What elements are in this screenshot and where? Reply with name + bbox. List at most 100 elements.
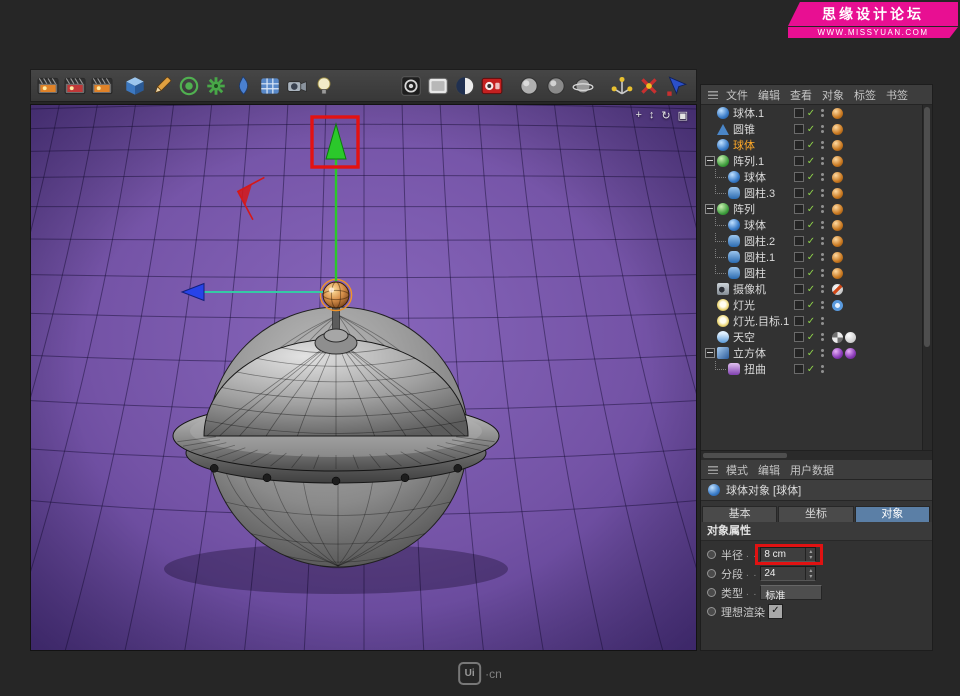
object-row[interactable]: 灯光.目标.1✓ — [701, 313, 932, 329]
menu-grid-icon[interactable] — [708, 466, 718, 474]
visibility-dots[interactable] — [818, 125, 826, 133]
wireframe-shading-icon[interactable] — [569, 72, 596, 99]
object-row[interactable]: 圆柱.2✓ — [701, 233, 932, 249]
menu-grid-icon[interactable] — [708, 91, 718, 99]
maximize-view-control[interactable]: ▣ — [678, 109, 688, 122]
enable-check-icon[interactable]: ✓ — [804, 108, 818, 119]
visibility-dots[interactable] — [818, 333, 826, 341]
media-clip-icon[interactable] — [88, 72, 115, 99]
attr-menu-item-0[interactable]: 模式 — [721, 462, 753, 478]
object-row[interactable]: 摄像机✓ — [701, 281, 932, 297]
material-tag-icon[interactable] — [832, 156, 843, 167]
gouraud-shading-icon[interactable] — [515, 72, 542, 99]
om-menu-item-1[interactable]: 编辑 — [753, 87, 785, 103]
viewport-canvas[interactable] — [31, 105, 696, 650]
render-settings-icon[interactable] — [451, 72, 478, 99]
deformer-icon[interactable] — [229, 72, 256, 99]
object-row[interactable]: 圆柱.1✓ — [701, 249, 932, 265]
enable-check-icon[interactable]: ✓ — [804, 172, 818, 183]
camera-tool-icon[interactable] — [283, 72, 310, 99]
cube-primitive-icon[interactable] — [121, 72, 148, 99]
generator-icon[interactable] — [202, 72, 229, 99]
enable-check-icon[interactable]: ✓ — [804, 252, 818, 263]
material-tag-icon[interactable] — [832, 124, 843, 135]
layer-box[interactable] — [794, 348, 804, 358]
visibility-dots[interactable] — [818, 269, 826, 277]
visibility-dots[interactable] — [818, 221, 826, 229]
enable-check-icon[interactable]: ✓ — [804, 364, 818, 375]
layer-box[interactable] — [794, 156, 804, 166]
visibility-dots[interactable] — [818, 237, 826, 245]
zoom-view-control[interactable]: ↕ — [649, 109, 655, 122]
snap-icon[interactable] — [635, 72, 662, 99]
anim-dot-icon[interactable] — [707, 607, 716, 616]
layer-box[interactable] — [794, 300, 804, 310]
animation-clip-icon[interactable] — [61, 72, 88, 99]
om-menu-item-3[interactable]: 对象 — [817, 87, 849, 103]
material-tag-icon[interactable] — [832, 108, 843, 119]
material-white-tag-icon[interactable] — [845, 332, 856, 343]
object-row[interactable]: 圆锥✓ — [701, 121, 932, 137]
visibility-dots[interactable] — [818, 301, 826, 309]
layer-box[interactable] — [794, 268, 804, 278]
layer-box[interactable] — [794, 252, 804, 262]
object-row[interactable]: 球体✓ — [701, 169, 932, 185]
enable-check-icon[interactable]: ✓ — [804, 284, 818, 295]
expand-toggle[interactable] — [705, 348, 715, 358]
attr-menu-item-1[interactable]: 编辑 — [753, 462, 785, 478]
layer-box[interactable] — [794, 364, 804, 374]
visibility-dots[interactable] — [818, 349, 826, 357]
visibility-dots[interactable] — [818, 189, 826, 197]
layer-box[interactable] — [794, 284, 804, 294]
material-tag-icon[interactable] — [832, 204, 843, 215]
enable-check-icon[interactable]: ✓ — [804, 140, 818, 151]
render-region-icon[interactable] — [424, 72, 451, 99]
quick-shading-icon[interactable] — [542, 72, 569, 99]
object-manager-vscrollbar[interactable] — [922, 105, 932, 450]
enable-check-icon[interactable]: ✓ — [804, 332, 818, 343]
om-menu-item-0[interactable]: 文件 — [721, 87, 753, 103]
light-tool-icon[interactable] — [310, 72, 337, 99]
enable-check-icon[interactable]: ✓ — [804, 220, 818, 231]
target-tag-icon[interactable] — [832, 300, 843, 311]
enable-check-icon[interactable]: ✓ — [804, 236, 818, 247]
expand-toggle[interactable] — [705, 156, 715, 166]
visibility-dots[interactable] — [818, 253, 826, 261]
render-queue-icon[interactable] — [478, 72, 505, 99]
layer-box[interactable] — [794, 188, 804, 198]
material-tag-icon[interactable] — [832, 268, 843, 279]
attr-menu-item-2[interactable]: 用户数据 — [785, 462, 839, 478]
material-tag-icon[interactable] — [832, 172, 843, 183]
scene-window-icon[interactable] — [256, 72, 283, 99]
vscroll-thumb[interactable] — [924, 107, 930, 347]
object-row[interactable]: 阵列✓ — [701, 201, 932, 217]
value-input[interactable]: 24▴▾ — [760, 566, 816, 581]
visibility-dots[interactable] — [818, 157, 826, 165]
object-row[interactable]: 球体✓ — [701, 217, 932, 233]
enable-check-icon[interactable]: ✓ — [804, 348, 818, 359]
object-row[interactable]: 球体✓ — [701, 137, 932, 153]
visibility-dots[interactable] — [818, 109, 826, 117]
enable-check-icon[interactable]: ✓ — [804, 204, 818, 215]
object-manager-hscrollbar[interactable] — [701, 450, 932, 460]
object-row[interactable]: 立方体✓ — [701, 345, 932, 361]
enable-check-icon[interactable]: ✓ — [804, 124, 818, 135]
material-tag-icon[interactable] — [832, 140, 843, 151]
layer-box[interactable] — [794, 124, 804, 134]
enable-check-icon[interactable]: ✓ — [804, 316, 818, 327]
workplane-icon[interactable] — [608, 72, 635, 99]
object-row[interactable]: 球体.1✓ — [701, 105, 932, 121]
visibility-dots[interactable] — [818, 317, 826, 325]
material-purple-tag-icon[interactable] — [832, 348, 843, 359]
visibility-dots[interactable] — [818, 141, 826, 149]
layer-box[interactable] — [794, 332, 804, 342]
stepper-arrows[interactable]: ▴▾ — [805, 567, 815, 580]
anim-dot-icon[interactable] — [707, 569, 716, 578]
material-tag-icon[interactable] — [832, 220, 843, 231]
tab-0[interactable]: 基本 — [702, 506, 777, 522]
object-row[interactable]: 圆柱✓ — [701, 265, 932, 281]
picture-viewer-icon[interactable] — [34, 72, 61, 99]
anim-dot-icon[interactable] — [707, 588, 716, 597]
anim-dot-icon[interactable] — [707, 550, 716, 559]
layer-box[interactable] — [794, 108, 804, 118]
